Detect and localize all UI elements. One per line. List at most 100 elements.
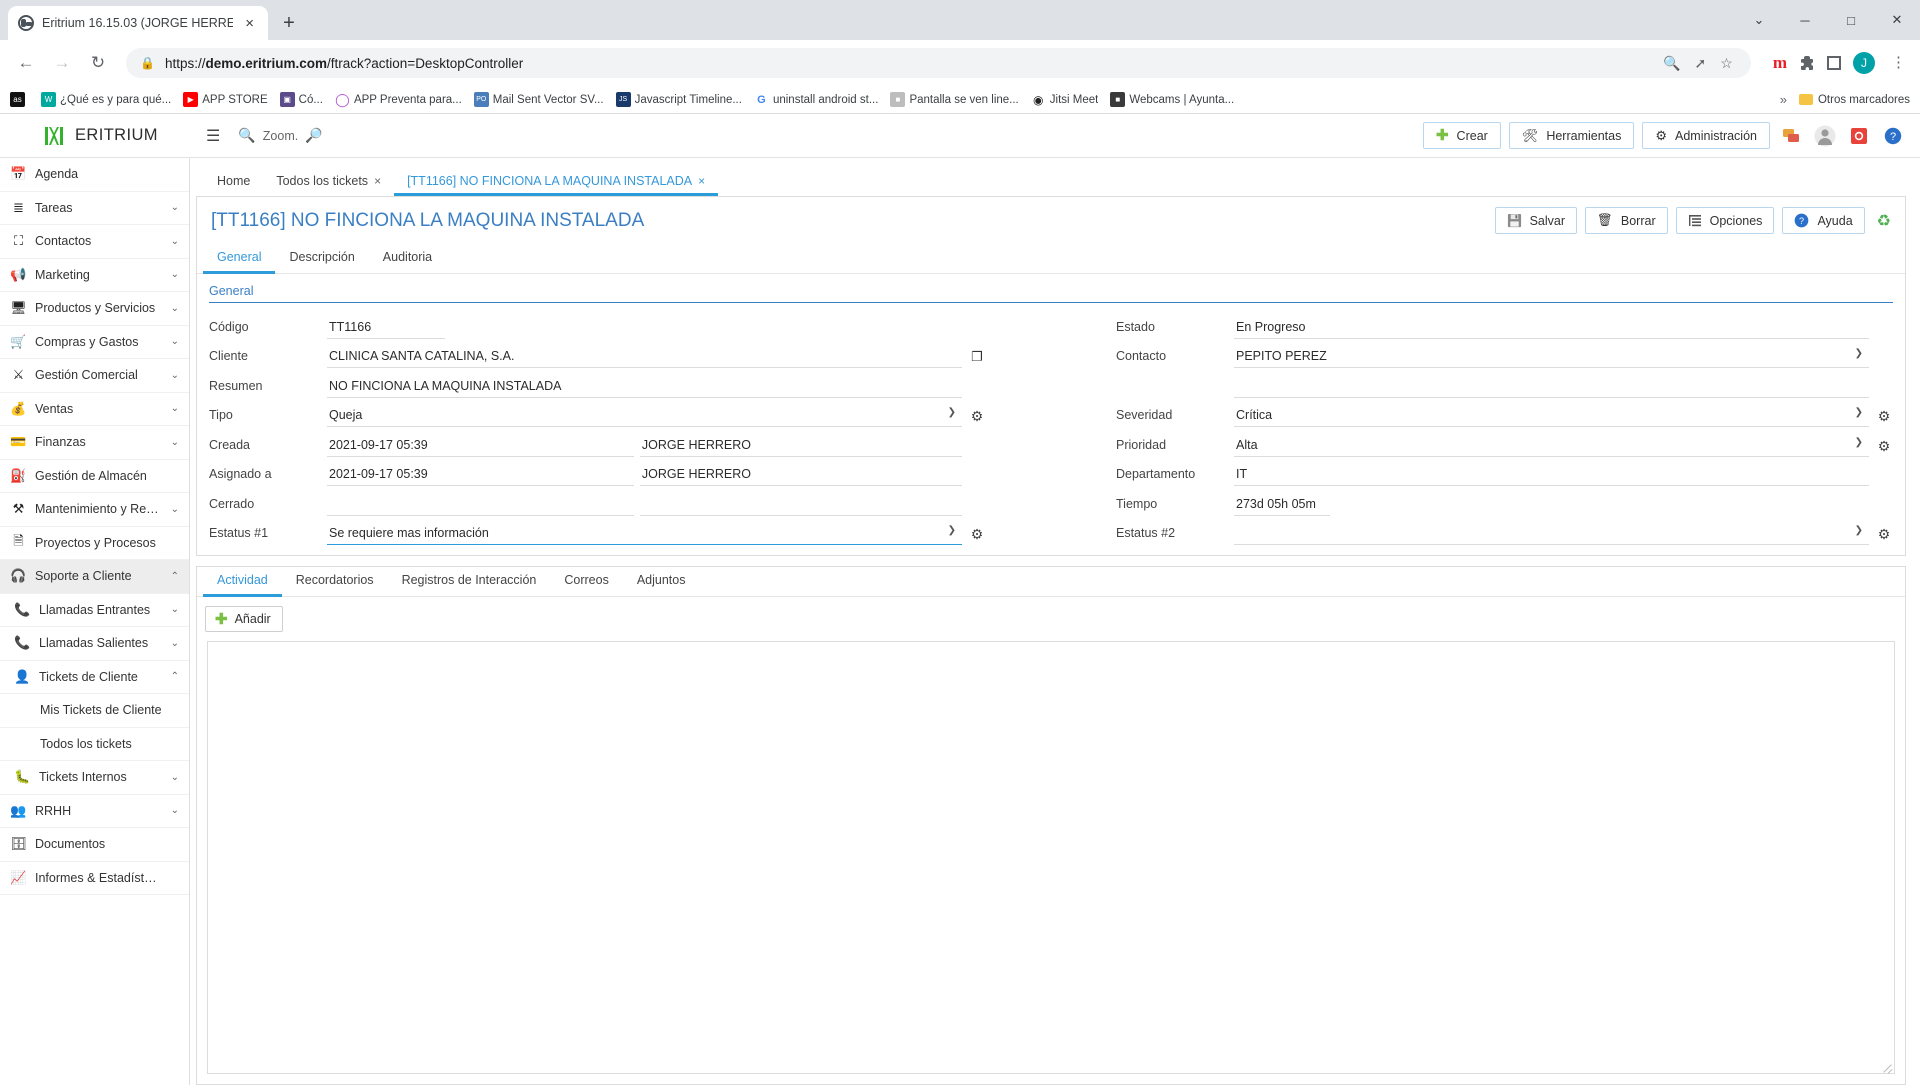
sidebar-item-marketing[interactable]: 📢 Marketing ⌄ [0,259,189,292]
help-button[interactable]: ? Ayuda [1782,207,1865,234]
asignado-date[interactable]: 2021-09-17 05:39 [327,466,634,486]
chevron-up-icon[interactable]: ⌃ [167,571,179,582]
back-icon[interactable]: ← [10,47,42,79]
bookmark-item[interactable]: JS Javascript Timeline... [615,92,742,107]
bookmark-item[interactable]: ■ Webcams | Ayunta... [1110,92,1234,107]
sidebar-item-compras-y-gastos[interactable]: 🛒 Compras y Gastos ⌄ [0,326,189,359]
bookmark-item[interactable]: G uninstall android st... [753,92,878,107]
bookmark-item[interactable]: ▣ Có... [279,92,323,107]
bookmark-item[interactable]: ■ Pantalla se ven line... [890,92,1019,107]
chevron-up-icon[interactable]: ⌃ [167,671,179,682]
browser-tab[interactable]: Eritrium 16.15.03 (JORGE HERRER × [8,6,268,40]
chat-icon[interactable] [1778,123,1804,149]
gear-icon[interactable]: ⚙ [1875,408,1893,427]
sidepanel-icon[interactable] [1827,56,1841,70]
sidebar-item-llamadas-salientes[interactable]: 📞 Llamadas Salientes ⌄ [0,627,189,661]
sidebar-item-informes-estadisticas[interactable]: 📈 Informes & Estadísticas [0,862,189,895]
zoom-out-icon[interactable]: 🔍 [1663,55,1680,72]
resumen-input[interactable]: NO FINCIONA LA MAQUINA INSTALADA [327,378,962,398]
other-bookmarks-folder[interactable]: Otros marcadores [1798,94,1910,106]
chevron-down-icon[interactable]: ⌄ [167,303,179,314]
estatus2-select[interactable]: ❯ [1234,525,1869,545]
options-button[interactable]: Opciones [1675,207,1775,234]
sidebar-item-llamadas-entrantes[interactable]: 📞 Llamadas Entrantes ⌄ [0,594,189,627]
close-icon[interactable]: × [241,14,258,33]
forward-icon[interactable]: → [46,47,78,79]
tab-actividad[interactable]: Actividad [203,573,282,597]
tab-adjuntos[interactable]: Adjuntos [623,573,700,597]
address-bar[interactable]: 🔒 https://demo.eritrium.com/ftrack?actio… [126,48,1751,78]
workspace-tab-ticket[interactable]: [TT1166] NO FINCIONA LA MAQUINA INSTALAD… [394,168,719,196]
gear-icon[interactable]: ⚙ [1875,438,1893,457]
sidebar-item-ventas[interactable]: 💰 Ventas ⌄ [0,393,189,426]
tab-auditoria[interactable]: Auditoria [369,250,446,274]
creada-user[interactable]: JORGE HERRERO [639,437,962,457]
sidebar-item-tickets-de-cliente[interactable]: 👤 Tickets de Cliente ⌃ [0,661,189,694]
chevron-down-icon[interactable]: ⌄ [167,403,179,414]
estatus1-select[interactable]: Se requiere mas información ❯ [327,525,962,545]
sidebar-item-todos-los-tickets[interactable]: Todos los tickets [0,728,189,761]
bookmark-item[interactable]: as [10,92,29,107]
sidebar-item-productos-y-servicios[interactable]: 🖥 Productos y Servicios ⌄ [0,292,189,326]
sidebar-item-soporte-a-cliente[interactable]: 🎧 Soporte a Cliente ⌃ [0,560,189,594]
chevron-down-icon[interactable]: ⌄ [167,336,179,347]
tab-registros-de-interaccion[interactable]: Registros de Interacción [388,573,551,597]
chevron-down-icon[interactable]: ⌄ [167,504,179,515]
user-avatar-icon[interactable] [1812,123,1838,149]
bookmark-item[interactable]: ◯ APP Preventa para... [334,92,462,107]
cliente-input[interactable]: CLINICA SANTA CATALINA, S.A. [327,348,962,368]
zoom-out-icon[interactable]: 🔍 [238,127,255,144]
tab-recordatorios[interactable]: Recordatorios [282,573,388,597]
share-icon[interactable]: ➚ [1695,55,1707,72]
save-button[interactable]: Salvar [1494,207,1578,234]
sidebar-item-gestion-de-almacen[interactable]: ⛽ Gestión de Almacén [0,460,189,493]
gear-icon[interactable]: ⚙ [968,526,986,545]
sidebar-item-mis-tickets-de-cliente[interactable]: Mis Tickets de Cliente [0,694,189,728]
chevron-down-icon[interactable]: ⌄ [167,269,179,280]
refresh-icon[interactable]: ♻ [1873,211,1891,231]
hamburger-icon[interactable]: ☰ [206,126,220,146]
chevron-down-icon[interactable]: ⌄ [167,236,179,247]
new-tab-button[interactable]: + [274,8,304,38]
contacto-select[interactable]: PEPITO PEREZ ❯ [1234,348,1869,368]
profile-avatar[interactable]: J [1853,52,1875,74]
create-button[interactable]: ✚ Crear [1422,122,1501,149]
app-brand[interactable]: ERITRIUM [0,124,190,148]
administration-button[interactable]: ⚙ Administración [1642,122,1770,149]
tab-general[interactable]: General [203,250,276,274]
cerrado-date[interactable] [327,496,634,516]
creada-date[interactable]: 2021-09-17 05:39 [327,437,634,457]
chevron-down-icon[interactable]: ⌄ [167,772,179,783]
star-icon[interactable]: ☆ [1720,55,1733,72]
sidebar-item-rrhh[interactable]: 👥 RRHH ⌄ [0,795,189,828]
tab-descripcion[interactable]: Descripción [275,250,368,274]
sidebar-item-documentos[interactable]: 🗄 Documentos [0,828,189,862]
bookmarks-overflow-icon[interactable]: » [1780,92,1787,107]
reload-icon[interactable]: ↻ [82,47,114,79]
chevron-down-icon[interactable]: ⌄ [167,638,179,649]
workspace-tab-todos-los-tickets[interactable]: Todos los tickets × [263,168,394,196]
bookmark-item[interactable]: PO Mail Sent Vector SV... [473,92,604,107]
bookmark-item[interactable]: W ¿Qué es y para qué... [41,92,171,107]
sidebar-item-mantenimiento-y-reparacion[interactable]: ⚒ Mantenimiento y Reparación ⌄ [0,493,189,527]
sidebar-item-tareas[interactable]: ≣ Tareas ⌄ [0,192,189,225]
close-icon[interactable]: × [374,174,381,188]
chevron-down-icon[interactable]: ⌄ [167,604,179,615]
bookmark-item[interactable]: ◉ Jitsi Meet [1030,92,1098,107]
codigo-input[interactable]: TT1166 [327,319,445,339]
delete-button[interactable]: 🗑 Borrar [1585,207,1668,234]
extension-m-icon[interactable]: m [1773,53,1787,73]
tab-correos[interactable]: Correos [550,573,622,597]
bookmark-item[interactable]: ▶ APP STORE [183,92,268,107]
close-icon[interactable]: × [698,174,705,188]
resize-handle[interactable] [1881,1060,1893,1072]
chevron-down-icon[interactable]: ⌄ [1736,0,1782,40]
tools-button[interactable]: 🛠 Herramientas [1508,122,1635,149]
cerrado-user[interactable] [639,496,962,516]
chevron-down-icon[interactable]: ⌄ [167,370,179,381]
sidebar-item-agenda[interactable]: 📅 Agenda [0,158,189,192]
add-button[interactable]: ✚ Añadir [205,606,283,632]
maximize-button[interactable]: □ [1828,0,1874,40]
chevron-down-icon[interactable]: ⌄ [167,202,179,213]
puzzle-icon[interactable] [1799,55,1815,71]
